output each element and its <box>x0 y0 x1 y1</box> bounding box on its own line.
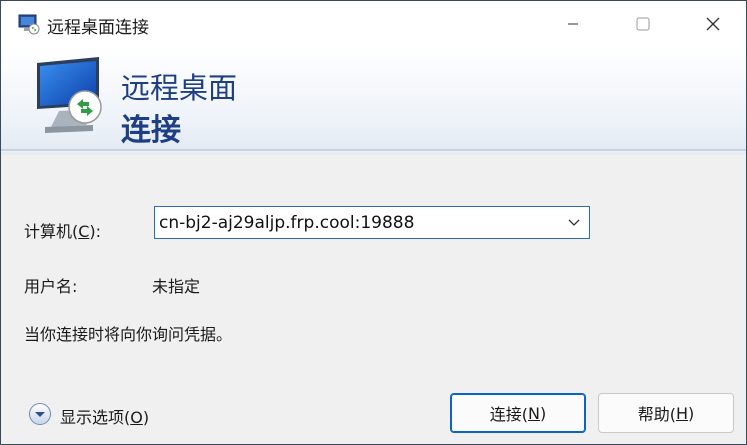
rdp-app-icon <box>18 14 40 35</box>
chevron-down-icon[interactable] <box>567 217 581 229</box>
username-label: 用户名: <box>24 277 78 296</box>
title-bar[interactable]: 远程桌面连接 <box>1 1 746 47</box>
close-button[interactable] <box>678 1 746 47</box>
credentials-info: 当你连接时将向你询问凭据。 <box>24 325 233 344</box>
connect-button[interactable]: 连接(N) <box>450 393 586 433</box>
banner-divider-shadow <box>1 152 746 155</box>
minimize-button[interactable] <box>538 1 608 47</box>
username-value: 未指定 <box>152 277 201 296</box>
banner-line2: 连接 <box>121 113 181 148</box>
computer-label: 计算机(C): <box>24 222 102 241</box>
help-button[interactable]: 帮助(H) <box>598 393 734 433</box>
window-title: 远程桌面连接 <box>47 18 149 38</box>
rdp-dialog: 远程桌面连接 远程桌面 连接 计算机(C): cn-bj2-aj29aljp.f… <box>0 0 747 445</box>
rdp-monitor-icon <box>37 57 102 133</box>
close-icon <box>706 17 720 31</box>
computer-combobox[interactable]: cn-bj2-aj29aljp.frp.cool:19888 <box>154 206 590 239</box>
maximize-icon <box>636 17 650 31</box>
show-options-link[interactable]: 显示选项(O) <box>60 404 149 428</box>
banner-divider <box>1 149 746 151</box>
computer-input[interactable]: cn-bj2-aj29aljp.frp.cool:19888 <box>159 213 414 233</box>
minimize-icon <box>568 23 578 25</box>
header-banner: 远程桌面 连接 <box>1 47 746 149</box>
banner-line1: 远程桌面 <box>121 71 238 105</box>
maximize-button[interactable] <box>608 1 678 47</box>
expand-options-icon[interactable] <box>28 402 52 426</box>
